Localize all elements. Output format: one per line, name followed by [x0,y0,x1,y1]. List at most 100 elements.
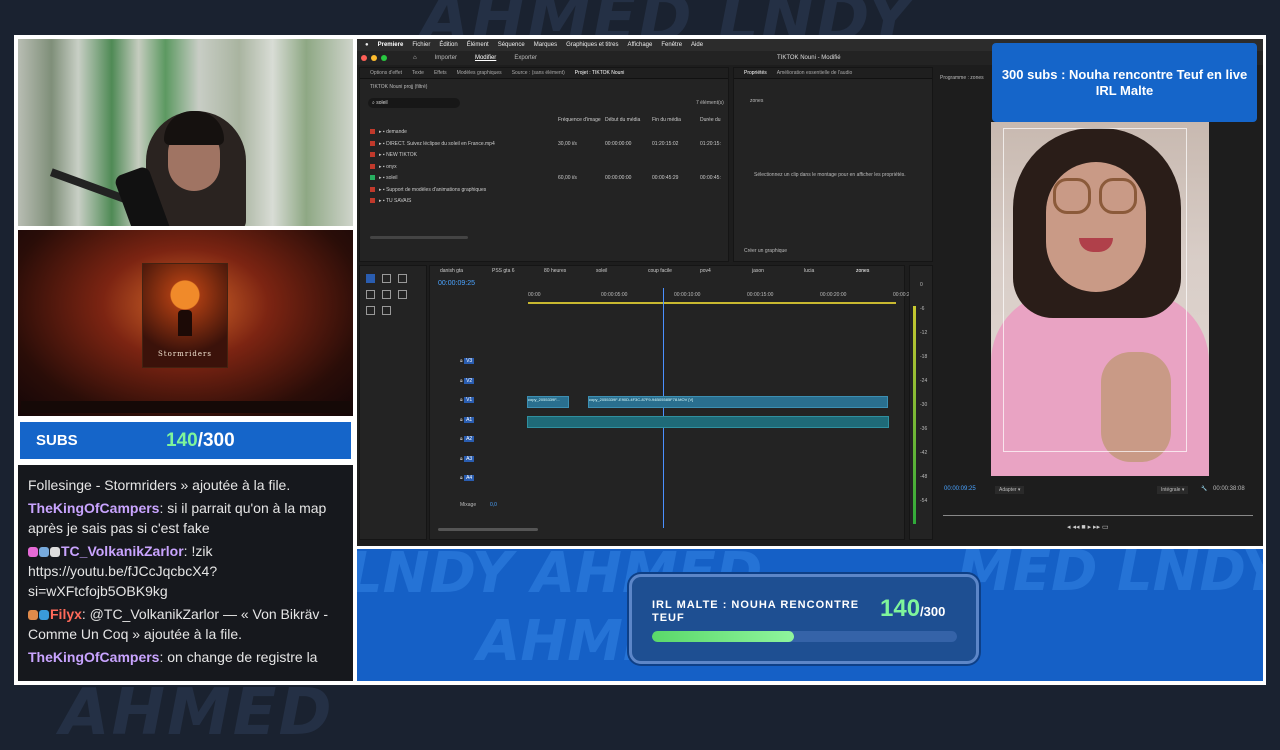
track-header[interactable]: 🔒︎ V1 [460,397,475,409]
menu-fenetre[interactable]: Fenêtre [661,42,682,48]
tab-source[interactable]: Source : (sans élément) [512,70,565,76]
home-icon[interactable]: ⌂ [413,55,417,61]
props-hint: Sélectionnez un clip dans le montage pou… [754,172,906,178]
menu-graphiques[interactable]: Graphiques et titres [566,42,618,48]
col-end[interactable]: Fin du média [652,117,681,123]
hand-icon[interactable] [366,306,375,315]
timeline-timecode[interactable]: 00:00:09:25 [438,280,475,287]
row-name: soleil [386,175,398,181]
sequence-tab[interactable]: danish gta [440,268,463,274]
tab-exporter[interactable]: Exporter [514,55,537,61]
program-label[interactable]: Programme : zones [940,75,984,81]
text-tool-icon[interactable] [382,306,391,315]
col-start[interactable]: Début du média [605,117,640,123]
quality-dropdown[interactable]: Intégrale ▾ [1157,486,1189,494]
project-row[interactable]: ▸ ▪ soleil [370,175,397,181]
video-clip[interactable]: copy_2055339F-E90D-4F3C-87F9-94B05585F78… [588,396,888,408]
project-row[interactable]: ▸ ▪ demande [370,129,407,135]
fit-dropdown[interactable]: Adapter ▾ [995,486,1025,494]
track-label: V3 [464,358,475,364]
tab-modeles[interactable]: Modèles graphiques [457,70,502,76]
maximize-icon[interactable] [381,55,387,61]
fit-value: Adapter [999,487,1017,493]
folder-icon: ▸ ▪ [379,186,387,193]
tab-options-effet[interactable]: Options d'effet [370,70,402,76]
menu-aide[interactable]: Aide [691,42,703,48]
track-label: A2 [464,436,475,442]
track-header[interactable]: 🔒︎ V2 [460,377,475,390]
badge-icon [50,547,60,557]
selection-tool-icon[interactable] [366,274,375,283]
transport-controls[interactable]: ◂ ◂◂ ■ ▸ ▸▸ ▭ [1067,523,1167,531]
timeline-scrollbar[interactable] [438,528,538,531]
project-search-input[interactable]: ⌕ soleil [368,98,460,108]
tab-audio[interactable]: Amélioration essentielle de l'audio [777,70,852,76]
sequence-tab[interactable]: pov4 [700,268,711,274]
menu-fichier[interactable]: Fichier [412,42,430,48]
track-header[interactable]: 🔒︎ A4 [460,475,475,487]
chat-username[interactable]: TC_VolkanikZarlor [61,543,184,559]
playhead[interactable] [663,288,664,528]
apple-icon[interactable]: ● [365,42,369,48]
track-select-icon[interactable] [382,274,391,283]
program-scrubber[interactable] [943,515,1253,516]
settings-icon[interactable]: 🔧 [1201,486,1207,492]
project-row[interactable]: ▸ ▪ DIRECT. Suivez léclipse du soleil en… [370,140,495,147]
meter-tick: -12 [920,330,928,336]
pen-icon[interactable] [398,290,407,299]
goal-title: IRL MALTE : NOUHA RENCONTRE TEUF [652,599,860,624]
menu-premiere[interactable]: Premiere [378,42,404,48]
chat-message: Follesinge - Stormriders » ajoutée à la … [28,475,343,495]
sequence-tab[interactable]: PSS gta 6 [492,268,515,274]
mix-value[interactable]: 0,0 [490,502,497,508]
menu-element[interactable]: Élément [467,42,489,48]
time-ruler[interactable]: 00:00 00:00:05:00 00:00:10:00 00:00:15:00 00… [528,292,910,304]
sequence-tab[interactable]: zones [856,268,869,274]
track-header[interactable]: 🔒︎ A3 [460,455,475,468]
track-label: A3 [464,455,475,462]
video-clip[interactable]: copy_2055339F... [527,396,569,408]
chat-username[interactable]: TheKingOfCampers [28,649,159,665]
tab-effets[interactable]: Effets [434,70,447,76]
sequence-tab[interactable]: coup facile [648,268,672,274]
create-graphic-button[interactable]: Créer un graphique [744,248,787,254]
col-duration[interactable]: Durée du [700,117,721,123]
sequence-tab[interactable]: jason [752,268,764,274]
project-row[interactable]: ▸ ▪ Support de modèles d'animations grap… [370,186,486,193]
tab-projet[interactable]: Projet : TIKTOK Nouni [575,70,625,76]
track-header[interactable]: 🔒︎ A2 [460,436,475,448]
sequence-tab[interactable]: 80 heures [544,268,566,274]
col-fps[interactable]: Fréquence d'image [558,117,601,123]
menu-affichage[interactable]: Affichage [627,42,652,48]
subs-value: 140/300 [166,430,235,452]
chat-username[interactable]: Filyx [50,606,82,622]
slip-icon[interactable] [382,290,391,299]
project-row[interactable]: ▸ ▪ NEW TIKTOK [370,152,417,158]
razor-icon[interactable] [366,290,375,299]
goal-progress-fill [652,631,795,642]
ripple-icon[interactable] [398,274,407,283]
row-name: onyx [386,163,397,170]
zoom-slider[interactable] [370,236,468,239]
project-row[interactable]: ▸ ▪ onyx [370,163,397,170]
folder-icon: ▸ ▪ [379,129,387,135]
track-header[interactable]: 🔒︎ V3 [460,358,475,370]
tab-texte[interactable]: Texte [412,70,424,76]
program-timecode[interactable]: 00:00:09:25 [944,486,976,492]
sequence-tab[interactable]: soleil [596,268,607,274]
tab-importer[interactable]: Importer [435,55,457,61]
project-panel-tabs: Options d'effet Texte Effets Modèles gra… [360,68,728,79]
track-header[interactable]: 🔒︎ A1 [460,416,475,429]
minimize-icon[interactable] [371,55,377,61]
chat-username[interactable]: TheKingOfCampers [28,500,159,516]
close-icon[interactable] [361,55,367,61]
tab-proprietes[interactable]: Propriétés [744,70,767,76]
ruler-label: 00:00:20:00 [820,292,847,298]
project-row[interactable]: ▸ ▪ TU SAVAIS [370,198,411,204]
tab-modifier[interactable]: Modifier [475,55,496,61]
audio-clip[interactable] [527,416,889,428]
menu-edition[interactable]: Édition [439,42,457,48]
sequence-tab[interactable]: lucia [804,268,814,274]
menu-marques[interactable]: Marques [534,42,557,48]
menu-sequence[interactable]: Séquence [498,42,525,48]
